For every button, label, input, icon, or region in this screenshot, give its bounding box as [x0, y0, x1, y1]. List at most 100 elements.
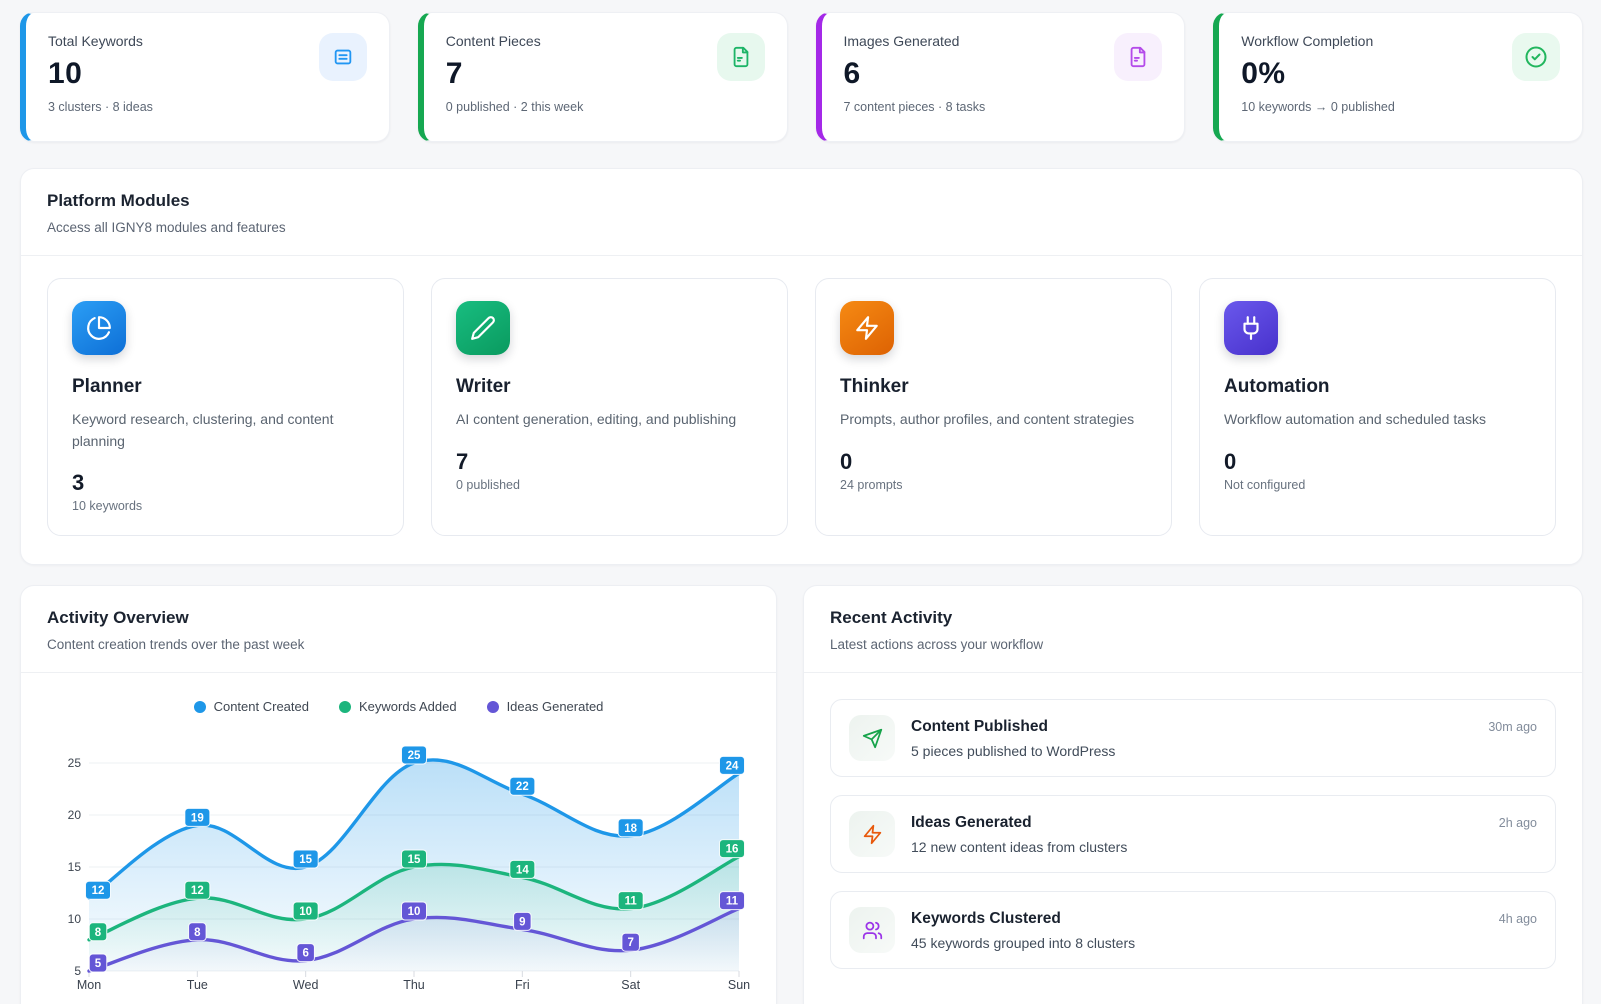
platform-modules-panel: Platform Modules Access all IGNY8 module… [20, 168, 1583, 565]
svg-text:18: 18 [624, 823, 637, 835]
module-value: 0 [1224, 449, 1531, 475]
svg-text:19: 19 [191, 813, 204, 825]
svg-text:16: 16 [726, 844, 739, 856]
svg-text:9: 9 [519, 917, 525, 929]
zap-icon [849, 811, 895, 857]
file-text-icon [717, 33, 765, 81]
stat-value: 10 [48, 57, 153, 91]
platform-modules-subtitle: Access all IGNY8 modules and features [47, 220, 1556, 235]
activity-item-keywords-clustered[interactable]: Keywords Clustered 4h ago 45 keywords gr… [830, 891, 1556, 969]
activity-top-row: Keywords Clustered 4h ago [911, 910, 1537, 928]
recent-activity-subtitle: Latest actions across your workflow [830, 637, 1556, 652]
activity-line-chart: 510152025MonTueWedThuFriSatSun1219152522… [47, 728, 750, 1000]
svg-text:8: 8 [95, 927, 102, 939]
stat-subtext: 0 published · 2 this week [446, 100, 584, 114]
activity-title: Ideas Generated [911, 814, 1032, 832]
module-name: Writer [456, 376, 763, 398]
activity-overview-subtitle: Content creation trends over the past we… [47, 637, 750, 652]
stat-card-text: Workflow Completion 0% 10 keywords → 0 p… [1241, 33, 1395, 114]
activity-top-row: Ideas Generated 2h ago [911, 814, 1537, 832]
activity-overview-title: Activity Overview [47, 608, 750, 628]
activity-timestamp: 30m ago [1488, 720, 1537, 734]
legend-dot-icon [339, 701, 351, 713]
activity-timestamp: 2h ago [1499, 816, 1537, 830]
chart-body: Content Created Keywords Added Ideas Gen… [21, 673, 776, 1004]
activity-title: Keywords Clustered [911, 910, 1061, 928]
svg-text:Sun: Sun [728, 978, 750, 992]
legend-dot-icon [194, 701, 206, 713]
stat-title: Workflow Completion [1241, 33, 1395, 49]
svg-text:Sat: Sat [621, 978, 640, 992]
pencil-icon [456, 301, 510, 355]
circle-check-icon [1512, 33, 1560, 81]
platform-modules-title: Platform Modules [47, 191, 1556, 211]
stat-value: 6 [844, 57, 986, 91]
recent-activity-list: Content Published 30m ago 5 pieces publi… [804, 673, 1582, 969]
stat-card-images-generated: Images Generated 6 7 content pieces · 8 … [816, 12, 1186, 142]
svg-text:Fri: Fri [515, 978, 530, 992]
svg-text:7: 7 [627, 938, 633, 950]
module-name: Thinker [840, 376, 1147, 398]
svg-text:25: 25 [408, 750, 421, 762]
module-name: Planner [72, 376, 379, 398]
svg-text:10: 10 [299, 906, 312, 918]
svg-text:20: 20 [68, 808, 82, 822]
legend-label: Ideas Generated [507, 699, 604, 714]
module-name: Automation [1224, 376, 1531, 398]
svg-text:Thu: Thu [403, 978, 425, 992]
modules-grid: Planner Keyword research, clustering, an… [21, 256, 1582, 564]
svg-text:5: 5 [95, 958, 102, 970]
module-card-planner[interactable]: Planner Keyword research, clustering, an… [47, 278, 404, 536]
svg-text:15: 15 [299, 854, 312, 866]
svg-text:11: 11 [625, 896, 638, 908]
legend-label: Keywords Added [359, 699, 457, 714]
svg-text:11: 11 [726, 896, 739, 908]
activity-description: 45 keywords grouped into 8 clusters [911, 935, 1537, 951]
module-card-thinker[interactable]: Thinker Prompts, author profiles, and co… [815, 278, 1172, 536]
stat-title: Images Generated [844, 33, 986, 49]
zap-icon [840, 301, 894, 355]
keywords-list-icon [319, 33, 367, 81]
module-description: Keyword research, clustering, and conten… [72, 409, 379, 452]
stat-value: 0% [1241, 57, 1395, 91]
svg-text:25: 25 [68, 756, 82, 770]
svg-text:6: 6 [302, 948, 308, 960]
plug-icon [1224, 301, 1278, 355]
svg-text:22: 22 [516, 782, 529, 794]
users-icon [849, 907, 895, 953]
activity-item-content-published[interactable]: Content Published 30m ago 5 pieces publi… [830, 699, 1556, 777]
module-description: Prompts, author profiles, and content st… [840, 409, 1147, 431]
dashboard-page: Total Keywords 10 3 clusters · 8 ideas C… [0, 0, 1601, 1004]
recent-activity-title: Recent Activity [830, 608, 1556, 628]
stat-card-workflow-completion: Workflow Completion 0% 10 keywords → 0 p… [1213, 12, 1583, 142]
module-subtext: 10 keywords [72, 499, 379, 513]
svg-text:12: 12 [191, 886, 204, 898]
module-card-automation[interactable]: Automation Workflow automation and sched… [1199, 278, 1556, 536]
legend-item-content-created[interactable]: Content Created [194, 699, 309, 714]
stat-card-text: Images Generated 6 7 content pieces · 8 … [844, 33, 986, 114]
svg-text:Mon: Mon [77, 978, 101, 992]
activity-overview-panel: Activity Overview Content creation trend… [20, 585, 777, 1004]
module-card-writer[interactable]: Writer AI content generation, editing, a… [431, 278, 788, 536]
stat-card-total-keywords: Total Keywords 10 3 clusters · 8 ideas [20, 12, 390, 142]
activity-description: 12 new content ideas from clusters [911, 839, 1537, 855]
recent-activity-panel: Recent Activity Latest actions across yo… [803, 585, 1583, 1004]
svg-text:14: 14 [516, 865, 529, 877]
module-description: AI content generation, editing, and publ… [456, 409, 763, 431]
activity-content: Ideas Generated 2h ago 12 new content id… [911, 814, 1537, 855]
svg-text:5: 5 [74, 964, 81, 978]
activity-title: Content Published [911, 718, 1048, 736]
pie-chart-icon [72, 301, 126, 355]
stat-card-text: Total Keywords 10 3 clusters · 8 ideas [48, 33, 153, 114]
legend-item-keywords-added[interactable]: Keywords Added [339, 699, 457, 714]
legend-item-ideas-generated[interactable]: Ideas Generated [487, 699, 604, 714]
svg-text:10: 10 [68, 912, 82, 926]
activity-item-ideas-generated[interactable]: Ideas Generated 2h ago 12 new content id… [830, 795, 1556, 873]
svg-text:24: 24 [726, 761, 739, 773]
platform-modules-header: Platform Modules Access all IGNY8 module… [21, 169, 1582, 256]
stat-subtext: 10 keywords → 0 published [1241, 100, 1395, 114]
module-value: 3 [72, 470, 379, 496]
svg-text:10: 10 [408, 906, 421, 918]
activity-description: 5 pieces published to WordPress [911, 743, 1537, 759]
legend-dot-icon [487, 701, 499, 713]
